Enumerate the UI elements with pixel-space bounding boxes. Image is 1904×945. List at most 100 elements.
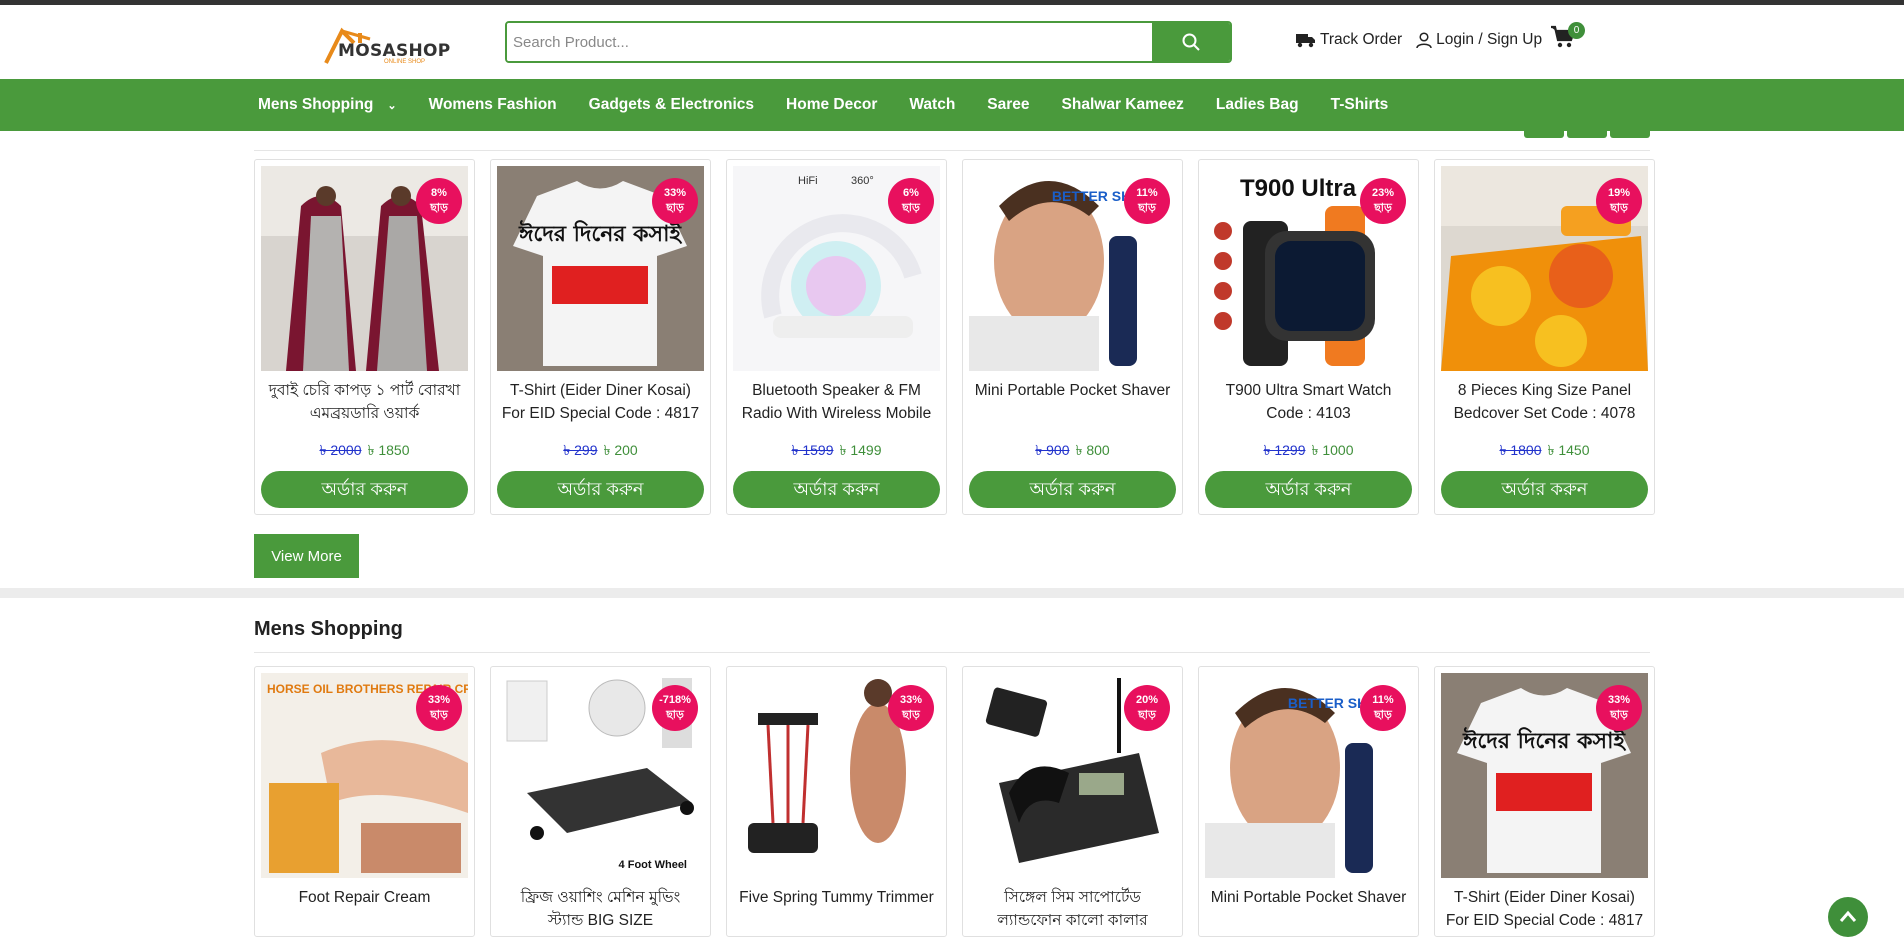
product-image-stand[interactable]: 4 Foot Wheel -718% ছাড়: [497, 673, 704, 878]
featured-product-grid: 8% ছাড় দুবাই চেরি কাপড় ১ পার্ট বোরখা এম…: [254, 159, 1655, 515]
user-icon: [1416, 31, 1432, 48]
product-title[interactable]: Mini Portable Pocket Shaver: [963, 379, 1182, 429]
order-button[interactable]: অর্ডার করুন: [1205, 471, 1412, 508]
product-card[interactable]: HORSE OIL BROTHERS REPAIR CREAM 33%ছাড় …: [254, 666, 475, 937]
product-title[interactable]: T-Shirt (Eider Diner Kosai) For EID Spec…: [491, 379, 710, 429]
search-bar: [505, 21, 1232, 63]
svg-text:ঈদের দিনের কসাই: ঈদের দিনের কসাই: [518, 220, 682, 247]
nav-ladies-bag[interactable]: Ladies Bag: [1216, 96, 1299, 114]
discount-badge: 33% ছাড়: [416, 685, 462, 731]
section-title: Mens Shopping: [254, 618, 403, 640]
nav-saree[interactable]: Saree: [987, 96, 1029, 114]
product-title[interactable]: 8 Pieces King Size Panel Bedcover Set Co…: [1435, 379, 1654, 429]
product-title[interactable]: সিঙ্গেল সিম সাপোর্টেড ল্যান্ডফোন কালো কা…: [963, 886, 1182, 936]
product-card[interactable]: BETTER SHAVE 11% ছাড় Mini Portable Pocke…: [1198, 666, 1419, 937]
product-image-bedcover[interactable]: 19% ছাড়: [1441, 166, 1648, 371]
nav-label: Saree: [987, 96, 1030, 113]
product-card[interactable]: 33% ছাড় Five Spring Tummy Trimmer: [726, 666, 947, 937]
nav-gadgets-electronics[interactable]: Gadgets & Electronics: [589, 96, 754, 114]
nav-home-decor[interactable]: Home Decor: [786, 96, 877, 114]
product-image-speaker[interactable]: HiFi 360° 6% ছাড়: [733, 166, 940, 371]
discount-badge: 33% ছাড়: [652, 178, 698, 224]
header-links: Track Order Login / Sign Up: [1296, 31, 1556, 49]
product-card[interactable]: 20% ছাড় সিঙ্গেল সিম সাপোর্টেড ল্যান্ডফোন…: [962, 666, 1183, 937]
discount-badge: 11% ছাড়: [1124, 178, 1170, 224]
track-order-label: Track Order: [1320, 31, 1403, 48]
section-title-underline: [254, 652, 1650, 653]
product-title[interactable]: T900 Ultra Smart Watch Code : 4103: [1199, 379, 1418, 429]
product-price: ৳ 1800 ৳ 1450: [1435, 439, 1654, 463]
order-button[interactable]: অর্ডার করুন: [733, 471, 940, 508]
section-divider: [254, 150, 1650, 151]
search-icon: [1182, 33, 1200, 51]
nav-mens-shopping[interactable]: Mens Shopping ⌄: [258, 96, 397, 114]
search-input[interactable]: [507, 23, 1152, 61]
product-card[interactable]: 19% ছাড় 8 Pieces King Size Panel Bedcove…: [1434, 159, 1655, 515]
nav-t-shirts[interactable]: T-Shirts: [1331, 96, 1389, 114]
carousel-prev-button[interactable]: [1524, 130, 1564, 138]
product-image-burqa[interactable]: 8% ছাড়: [261, 166, 468, 371]
scroll-to-top-button[interactable]: [1828, 897, 1868, 937]
old-price: ৳ 1299: [1263, 442, 1306, 458]
order-button[interactable]: অর্ডার করুন: [261, 471, 468, 508]
product-image-watch[interactable]: T900 Ultra 23% ছাড়: [1205, 166, 1412, 371]
product-image-phone[interactable]: 20% ছাড়: [969, 673, 1176, 878]
discount-badge: 6% ছাড়: [888, 178, 934, 224]
product-card[interactable]: ঈদের দিনের কসাই 33% ছাড় T-Shirt (Eider D…: [490, 159, 711, 515]
product-image-trimmer[interactable]: 33% ছাড়: [733, 673, 940, 878]
view-more-button[interactable]: View More: [254, 534, 359, 578]
chevron-up-icon: [1839, 910, 1857, 922]
product-image-shaver[interactable]: BETTER SHAVE 11% ছাড়: [1205, 673, 1412, 878]
product-title[interactable]: Five Spring Tummy Trimmer: [727, 886, 946, 936]
product-card[interactable]: ঈদের দিনের কসাই 33% ছাড় T-Shirt (Eider D…: [1434, 666, 1655, 937]
svg-text:ঈদের দিনের কসাই: ঈদের দিনের কসাই: [1462, 727, 1626, 754]
nav-watch[interactable]: Watch: [909, 96, 955, 114]
track-order-link[interactable]: Track Order: [1296, 31, 1402, 49]
old-price: ৳ 900: [1035, 442, 1070, 458]
svg-text:4 Foot Wheel: 4 Foot Wheel: [619, 859, 687, 871]
login-link[interactable]: Login / Sign Up: [1416, 31, 1542, 49]
product-card[interactable]: BETTER SHAVE 11% ছাড় Mini Portable Pocke…: [962, 159, 1183, 515]
site-logo[interactable]: MOSASHOP ONLINE SHOP: [318, 19, 450, 71]
order-button[interactable]: অর্ডার করুন: [497, 471, 704, 508]
product-price: ৳ 1599 ৳ 1499: [727, 439, 946, 463]
nav-label: T-Shirts: [1330, 96, 1389, 113]
nav-label: Womens Fashion: [428, 96, 557, 113]
new-price: ৳ 1000: [1311, 442, 1354, 458]
nav-shalwar-kameez[interactable]: Shalwar Kameez: [1062, 96, 1184, 114]
product-card[interactable]: 8% ছাড় দুবাই চেরি কাপড় ১ পার্ট বোরখা এম…: [254, 159, 475, 515]
product-card[interactable]: T900 Ultra 23% ছাড় T900 Ultra Smart Watc…: [1198, 159, 1419, 515]
product-card[interactable]: 4 Foot Wheel -718% ছাড় ফ্রিজ ওয়াশিং মেশ…: [490, 666, 711, 937]
logo-tagline: ONLINE SHOP: [384, 59, 426, 65]
discount-badge: 33% ছাড়: [888, 685, 934, 731]
discount-badge: 11% ছাড়: [1360, 685, 1406, 731]
product-title[interactable]: Foot Repair Cream: [255, 886, 474, 936]
product-title[interactable]: Mini Portable Pocket Shaver: [1199, 886, 1418, 936]
cart-button[interactable]: 0: [1550, 22, 1585, 55]
svg-text:360°: 360°: [851, 175, 874, 187]
product-image-shaver[interactable]: BETTER SHAVE 11% ছাড়: [969, 166, 1176, 371]
svg-text:T900 Ultra: T900 Ultra: [1240, 175, 1357, 202]
discount-badge: -718% ছাড়: [652, 685, 698, 731]
product-image-tshirt[interactable]: ঈদের দিনের কসাই 33% ছাড়: [1441, 673, 1648, 878]
nav-womens-fashion[interactable]: Womens Fashion: [429, 96, 557, 114]
carousel-next-button[interactable]: [1610, 130, 1650, 138]
product-image-tshirt[interactable]: ঈদের দিনের কসাই 33% ছাড়: [497, 166, 704, 371]
product-title[interactable]: ফ্রিজ ওয়াশিং মেশিন মুভিং স্ট্যান্ড BIG …: [491, 886, 710, 936]
old-price: ৳ 1800: [1499, 442, 1542, 458]
discount-badge: 20% ছাড়: [1124, 685, 1170, 731]
search-button[interactable]: [1152, 23, 1230, 61]
product-title[interactable]: T-Shirt (Eider Diner Kosai) For EID Spec…: [1435, 886, 1654, 936]
product-image-cream[interactable]: HORSE OIL BROTHERS REPAIR CREAM 33%ছাড়: [261, 673, 468, 878]
product-title[interactable]: দুবাই চেরি কাপড় ১ পার্ট বোরখা এমব্রয়ডা…: [255, 379, 474, 429]
new-price: ৳ 1450: [1547, 442, 1590, 458]
order-button[interactable]: অর্ডার করুন: [969, 471, 1176, 508]
logo-brand-text: MOSASHOP: [338, 41, 451, 61]
product-title[interactable]: Bluetooth Speaker & FM Radio With Wirele…: [727, 379, 946, 429]
order-button[interactable]: অর্ডার করুন: [1441, 471, 1648, 508]
old-price: ৳ 299: [563, 442, 598, 458]
carousel-dot-button[interactable]: [1567, 130, 1607, 138]
discount-badge: 23% ছাড়: [1360, 178, 1406, 224]
product-card[interactable]: HiFi 360° 6% ছাড় Bluetooth Speaker & FM …: [726, 159, 947, 515]
nav-label: Ladies Bag: [1215, 96, 1299, 113]
